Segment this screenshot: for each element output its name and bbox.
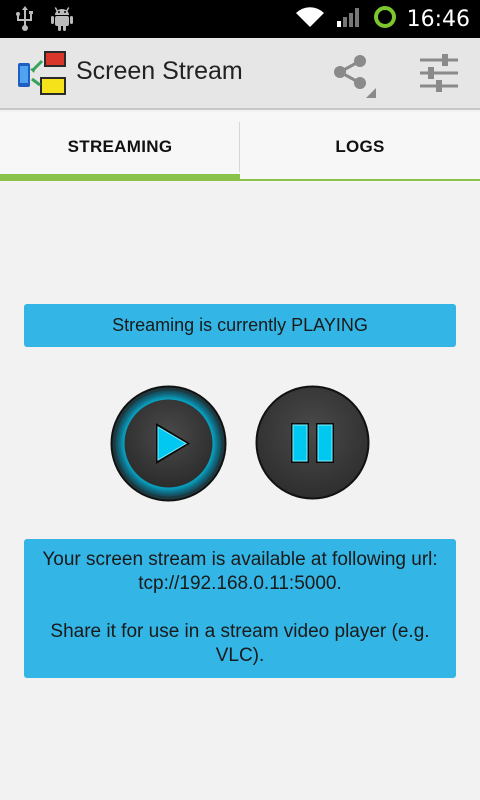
signal-icon: [335, 5, 363, 33]
settings-sliders-icon: [412, 54, 466, 104]
android-debug-icon: [50, 6, 74, 36]
app-logo-icon: [16, 49, 68, 99]
share-hint-text: Share it for use in a stream video playe…: [50, 621, 430, 666]
pause-icon: [255, 385, 370, 504]
play-button[interactable]: [110, 385, 227, 502]
stream-url-info: Your screen stream is available at follo…: [24, 539, 456, 678]
share-button[interactable]: [326, 52, 380, 100]
tab-selected-indicator: [0, 174, 240, 181]
stream-url-text: Your screen stream is available at follo…: [42, 549, 438, 594]
app-title: Screen Stream: [76, 57, 243, 85]
tab-streaming[interactable]: STREAMING: [0, 112, 240, 182]
wifi-icon: [295, 5, 325, 33]
usb-icon: [14, 6, 36, 36]
share-icon: [326, 55, 380, 104]
play-icon: [110, 385, 227, 506]
action-bar: Screen Stream: [0, 38, 480, 110]
tab-logs[interactable]: LOGS: [240, 112, 480, 182]
tab-bar: STREAMING LOGS: [0, 112, 480, 182]
streaming-status-banner: Streaming is currently PLAYING: [24, 304, 456, 347]
pause-button[interactable]: [255, 385, 370, 500]
settings-button[interactable]: [412, 52, 466, 100]
clock-time: 16:46: [406, 6, 470, 32]
status-bar: 16:46: [0, 0, 480, 38]
sync-ring-icon: [373, 5, 397, 33]
